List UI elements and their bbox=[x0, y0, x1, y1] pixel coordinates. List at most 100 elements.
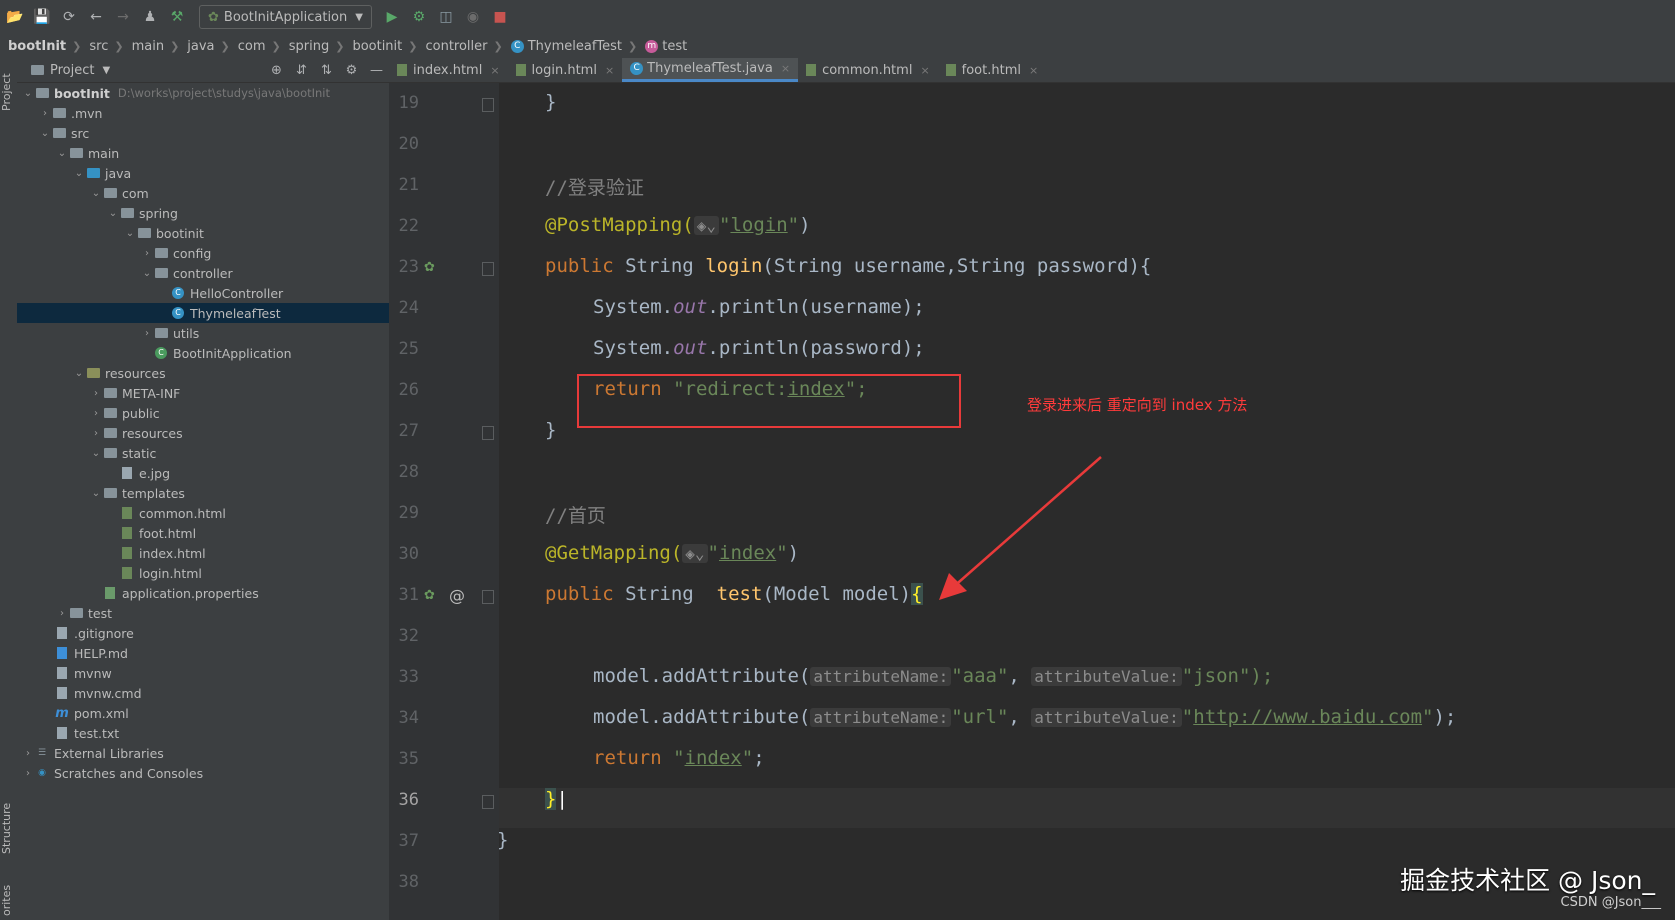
web-url-icon[interactable]: ◈⌄ bbox=[693, 216, 719, 235]
tab-common-html[interactable]: common.html × bbox=[798, 58, 938, 82]
tree-item[interactable]: .gitignore bbox=[17, 623, 389, 643]
tree-item[interactable]: application.properties bbox=[17, 583, 389, 603]
tree-item[interactable]: HELP.md bbox=[17, 643, 389, 663]
gear-icon[interactable]: ⚙ bbox=[339, 63, 364, 78]
tree-item[interactable]: › .mvn bbox=[17, 103, 389, 123]
fold-marker-icon[interactable] bbox=[482, 590, 494, 604]
tree-item[interactable]: ⌄ controller bbox=[17, 263, 389, 283]
code-editor[interactable]: 19 20 21 22 23 24 25 26 27 28 29 30 31 3… bbox=[389, 83, 1675, 920]
breadcrumb-item[interactable]: java ❯ bbox=[187, 39, 229, 54]
tree-item[interactable]: ⌄ com bbox=[17, 183, 389, 203]
breadcrumb-item[interactable]: main ❯ bbox=[132, 39, 180, 54]
project-tool-tab[interactable]: Project bbox=[0, 62, 17, 122]
breadcrumb-item[interactable]: bootInit ❯ bbox=[8, 39, 81, 54]
chevron-down-icon: ⌄ bbox=[74, 167, 84, 179]
tree-item[interactable]: ⌄ spring bbox=[17, 203, 389, 223]
tree-item[interactable]: ⌄ static bbox=[17, 443, 389, 463]
forward-icon[interactable]: → bbox=[111, 5, 135, 29]
tab-index-html[interactable]: index.html × bbox=[389, 58, 508, 82]
tree-item-label: main bbox=[88, 145, 120, 161]
code-line: System.out.println(username); bbox=[593, 296, 925, 318]
tree-item[interactable]: m pom.xml bbox=[17, 703, 389, 723]
project-view-select[interactable]: Project ▼ bbox=[31, 63, 110, 78]
tree-item[interactable]: login.html bbox=[17, 563, 389, 583]
profile-icon[interactable]: ◉ bbox=[461, 5, 485, 29]
close-icon[interactable]: × bbox=[490, 64, 499, 77]
tree-item-selected[interactable]: C ThymeleafTest bbox=[17, 303, 389, 323]
back-icon[interactable]: ← bbox=[84, 5, 108, 29]
open-folder-icon[interactable]: 📂 bbox=[3, 5, 27, 29]
close-icon[interactable]: × bbox=[1029, 64, 1038, 77]
favorites-tool-tab[interactable]: orites bbox=[0, 880, 17, 920]
tree-item[interactable]: › config bbox=[17, 243, 389, 263]
locate-icon[interactable]: ⊕ bbox=[264, 63, 289, 78]
breadcrumb-item[interactable]: src ❯ bbox=[89, 39, 123, 54]
breadcrumb-item[interactable]: C ThymeleafTest ❯ bbox=[510, 39, 637, 54]
tree-item[interactable]: ⌄ java bbox=[17, 163, 389, 183]
tree-item[interactable]: › ☰ External Libraries bbox=[17, 743, 389, 763]
tree-item[interactable]: test.txt bbox=[17, 723, 389, 743]
tab-thymeleaftest-java[interactable]: C ThymeleafTest.java × bbox=[622, 58, 799, 82]
run-icon[interactable]: ▶ bbox=[380, 5, 404, 29]
tree-item[interactable]: › ◉ Scratches and Consoles bbox=[17, 763, 389, 783]
tree-item[interactable]: C BootInitApplication bbox=[17, 343, 389, 363]
tree-item[interactable]: mvnw bbox=[17, 663, 389, 683]
tree-item[interactable]: › resources bbox=[17, 423, 389, 443]
user-icon[interactable]: ♟ bbox=[138, 5, 162, 29]
structure-tool-tab[interactable]: Structure bbox=[0, 798, 17, 858]
breadcrumb-item[interactable]: com ❯ bbox=[238, 39, 281, 54]
tree-item[interactable]: index.html bbox=[17, 543, 389, 563]
build-hammer-icon[interactable]: ⚒ bbox=[165, 5, 189, 29]
tree-item[interactable]: foot.html bbox=[17, 523, 389, 543]
close-icon[interactable]: × bbox=[605, 64, 614, 77]
tree-item[interactable]: e.jpg bbox=[17, 463, 389, 483]
chevron-right-icon: › bbox=[43, 107, 47, 119]
spring-web-endpoint-icon[interactable]: ✿ bbox=[424, 260, 435, 275]
stop-icon[interactable]: ■ bbox=[488, 5, 512, 29]
collapse-all-icon[interactable]: ⇅ bbox=[314, 63, 339, 78]
package-icon bbox=[103, 187, 117, 199]
save-icon[interactable]: 💾 bbox=[30, 5, 54, 29]
coverage-icon[interactable]: ◫ bbox=[434, 5, 458, 29]
close-icon[interactable]: × bbox=[920, 64, 929, 77]
tree-item[interactable]: C HelloController bbox=[17, 283, 389, 303]
annotation-arrow bbox=[939, 456, 1102, 600]
tab-login-html[interactable]: login.html × bbox=[508, 58, 623, 82]
fold-marker-icon[interactable] bbox=[482, 262, 494, 276]
package-icon bbox=[154, 267, 168, 279]
fold-marker-icon[interactable] bbox=[482, 426, 494, 440]
chevron-down-icon: ⌄ bbox=[125, 227, 135, 239]
fold-marker-icon[interactable] bbox=[482, 795, 494, 809]
breadcrumb-item[interactable]: controller ❯ bbox=[425, 39, 502, 54]
breadcrumb-item[interactable]: spring ❯ bbox=[289, 39, 345, 54]
tree-item[interactable]: ⌄ resources bbox=[17, 363, 389, 383]
tree-item-label: bootinit bbox=[156, 225, 204, 241]
tree-item[interactable]: › META-INF bbox=[17, 383, 389, 403]
tab-foot-html[interactable]: foot.html × bbox=[938, 58, 1047, 82]
hide-icon[interactable]: — bbox=[364, 63, 389, 78]
sync-icon[interactable]: ⟳ bbox=[57, 5, 81, 29]
close-icon[interactable]: × bbox=[781, 62, 790, 75]
tree-item[interactable]: ⌄ templates bbox=[17, 483, 389, 503]
chevron-down-icon: ⌄ bbox=[74, 367, 84, 379]
tree-item-root[interactable]: ⌄ bootInit D:\works\project\studys\java\bo… bbox=[17, 83, 389, 103]
web-url-icon[interactable]: ◈⌄ bbox=[682, 544, 708, 563]
tree-item[interactable]: mvnw.cmd bbox=[17, 683, 389, 703]
run-configuration-select[interactable]: ✿ BootInitApplication ▼ bbox=[199, 5, 372, 29]
autowired-at-icon[interactable]: @ bbox=[449, 586, 465, 605]
tree-item[interactable]: ⌄ src bbox=[17, 123, 389, 143]
tree-item[interactable]: › public bbox=[17, 403, 389, 423]
project-path: D:\works\project\studys\java\bootInit bbox=[117, 86, 331, 100]
expand-all-icon[interactable]: ⇵ bbox=[289, 63, 314, 78]
tree-item[interactable]: › utils bbox=[17, 323, 389, 343]
breadcrumb-item[interactable]: m test bbox=[645, 39, 687, 54]
tree-item[interactable]: ⌄ main bbox=[17, 143, 389, 163]
chevron-right-icon: › bbox=[145, 247, 149, 259]
tree-item[interactable]: › test bbox=[17, 603, 389, 623]
debug-icon[interactable]: ⚙ bbox=[407, 5, 431, 29]
spring-web-endpoint-icon[interactable]: ✿ bbox=[424, 588, 435, 603]
fold-marker-icon[interactable] bbox=[482, 98, 494, 112]
breadcrumb-item[interactable]: bootinit ❯ bbox=[352, 39, 417, 54]
tree-item[interactable]: common.html bbox=[17, 503, 389, 523]
tree-item[interactable]: ⌄ bootinit bbox=[17, 223, 389, 243]
